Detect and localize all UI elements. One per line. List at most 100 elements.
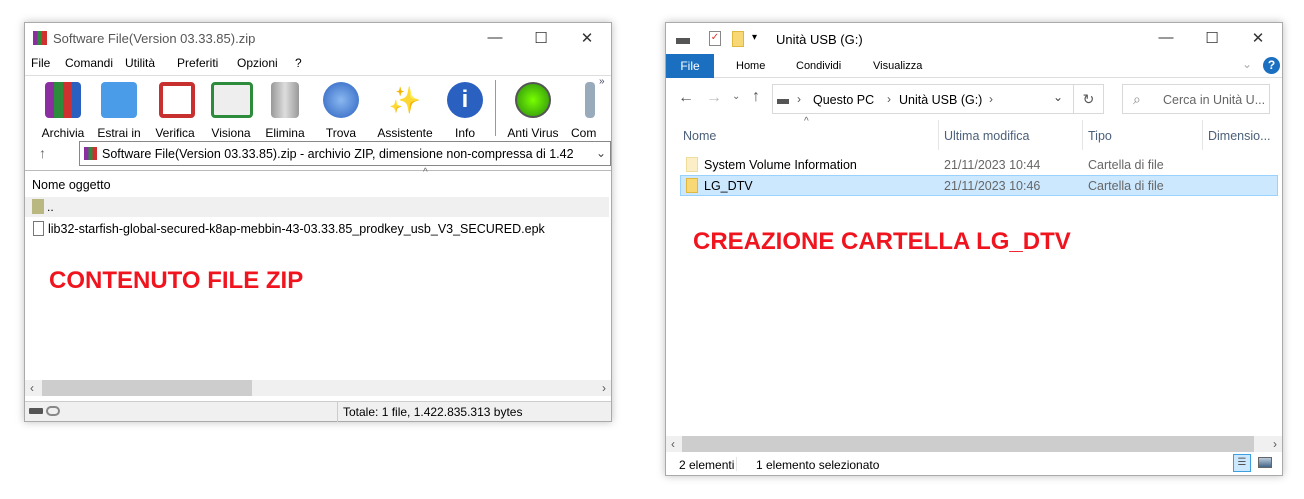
tab-file[interactable]: File (666, 54, 714, 78)
list-item[interactable]: System Volume Information 21/11/2023 10:… (680, 155, 1278, 175)
status-item-count: 2 elementi (679, 458, 735, 472)
column-header-name[interactable]: Nome (683, 129, 716, 143)
scroll-left-icon[interactable]: ‹ (30, 381, 34, 395)
column-header-size[interactable]: Dimensio... (1208, 129, 1271, 143)
menu-utilita[interactable]: Utilità (125, 56, 155, 70)
drive-icon (777, 99, 789, 104)
close-button[interactable]: ✕ (1248, 29, 1268, 47)
menu-file[interactable]: File (31, 56, 50, 70)
column-divider[interactable] (938, 120, 939, 150)
recent-locations-icon[interactable]: ⌄ (732, 91, 740, 102)
key-icon (46, 406, 60, 416)
column-divider[interactable] (1202, 120, 1203, 150)
ribbon-tabs: File Home Condividi Visualizza ⌄ ? (666, 54, 1282, 78)
archive-address-bar[interactable]: Software File(Version 03.33.85).zip - ar… (79, 141, 611, 166)
refresh-button[interactable]: ↻ (1074, 84, 1104, 114)
bug-icon (515, 82, 551, 118)
properties-icon[interactable]: ✓ (709, 31, 721, 46)
folder-icon (101, 82, 137, 118)
search-input[interactable]: ⌕ Cerca in Unità U... (1122, 84, 1270, 114)
column-header-name[interactable]: Nome oggetto (32, 178, 111, 192)
sort-arrow-icon: ^ (423, 167, 428, 178)
explorer-window: ✓ ▾ Unità USB (G:) — ☐ ✕ File Home Condi… (665, 22, 1283, 476)
trash-icon (271, 82, 299, 118)
details-view-button[interactable]: ☰ (1233, 454, 1251, 472)
help-icon[interactable]: ? (1263, 57, 1280, 74)
scrollbar-thumb[interactable] (42, 380, 252, 396)
tab-home[interactable]: Home (736, 60, 765, 72)
menu-preferiti[interactable]: Preferiti (177, 56, 218, 70)
minimize-button[interactable]: — (485, 29, 505, 46)
folder-up-icon (32, 199, 44, 214)
list-item-selected[interactable]: LG_DTV 21/11/2023 10:46 Cartella di file (680, 175, 1278, 196)
clipboard-check-icon (159, 82, 195, 118)
forward-button[interactable]: → (706, 89, 722, 107)
up-button[interactable]: ↑ (752, 88, 760, 106)
scrollbar-thumb[interactable] (682, 436, 1254, 452)
close-button[interactable]: ✕ (577, 29, 597, 47)
winrar-window: Software File(Version 03.33.85).zip — ☐ … (24, 22, 612, 422)
scroll-right-icon[interactable]: › (602, 381, 606, 395)
expand-ribbon-icon[interactable]: ⌄ (1242, 57, 1252, 71)
folder-icon (686, 178, 698, 193)
magnifier-icon (323, 82, 359, 118)
menu-help[interactable]: ? (295, 56, 302, 70)
status-divider (337, 402, 338, 422)
scroll-right-icon[interactable]: › (1273, 437, 1277, 451)
address-bar[interactable]: › Questo PC › Unità USB (G:) › ⌄ (772, 84, 1074, 114)
column-headers: ^ Nome Ultima modifica Tipo Dimensio... (666, 116, 1282, 150)
tab-visualizza[interactable]: Visualizza (873, 60, 922, 72)
file-icon (33, 221, 44, 236)
address-dropdown-icon[interactable]: ⌄ (1053, 90, 1063, 104)
drive-icon (676, 38, 690, 44)
breadcrumb-separator-icon: › (989, 92, 993, 106)
info-icon: i (447, 82, 483, 118)
toolbar-divider (495, 80, 496, 136)
minimize-button[interactable]: — (1156, 29, 1176, 46)
window-title: Unità USB (G:) (776, 32, 863, 47)
large-icons-view-button[interactable] (1258, 457, 1272, 468)
quick-access-dropdown-icon[interactable]: ▾ (752, 32, 757, 43)
column-divider[interactable] (1082, 120, 1083, 150)
chevron-down-icon[interactable]: ⌄ (596, 146, 606, 160)
breadcrumb-separator-icon: › (887, 92, 891, 106)
comment-icon (585, 82, 595, 118)
new-folder-icon[interactable] (732, 31, 744, 47)
window-title: Software File(Version 03.33.85).zip (53, 31, 256, 46)
maximize-button[interactable]: ☐ (531, 29, 551, 47)
list-item-parent[interactable]: .. (25, 197, 609, 217)
maximize-button[interactable]: ☐ (1202, 29, 1222, 47)
column-header-date[interactable]: Ultima modifica (944, 129, 1029, 143)
sort-arrow-icon: ^ (804, 116, 809, 127)
annotation-zip-content: CONTENUTO FILE ZIP (49, 267, 304, 294)
status-bar: 2 elementi 1 elemento selezionato ☰ (666, 453, 1282, 475)
drive-icon (29, 408, 43, 414)
status-total: Totale: 1 file, 1.422.835.313 bytes (343, 405, 523, 419)
list-item-file[interactable]: lib32-starfish-global-secured-k8ap-mebbi… (25, 219, 609, 239)
book-icon (211, 82, 253, 118)
breadcrumb-usb[interactable]: Unità USB (G:) (899, 93, 982, 107)
annotation-folder-creation: CREAZIONE CARTELLA LG_DTV (693, 228, 1071, 255)
winrar-logo-icon (33, 31, 47, 45)
menu-comandi[interactable]: Comandi (65, 56, 113, 70)
breadcrumb-questo-pc[interactable]: Questo PC (813, 93, 874, 107)
up-arrow-icon[interactable]: ↑ (39, 145, 46, 161)
horizontal-scrollbar[interactable]: ‹ › (25, 380, 611, 396)
folder-icon (686, 157, 698, 172)
horizontal-scrollbar[interactable]: ‹ › (666, 436, 1282, 452)
status-bar: Totale: 1 file, 1.422.835.313 bytes (25, 401, 611, 422)
search-icon: ⌕ (1133, 91, 1141, 107)
status-selected: 1 elemento selezionato (756, 458, 880, 472)
file-list: ^ Nome oggetto .. lib32-starfish-global-… (25, 167, 611, 396)
scroll-left-icon[interactable]: ‹ (671, 437, 675, 451)
menu-opzioni[interactable]: Opzioni (237, 56, 278, 70)
tab-condividi[interactable]: Condividi (796, 60, 841, 72)
column-header-type[interactable]: Tipo (1088, 129, 1112, 143)
toolbar: Archivia Estrai in Verifica Visiona Elim… (25, 75, 611, 140)
back-button[interactable]: ← (678, 89, 694, 107)
status-divider (736, 457, 737, 471)
toolbar-overflow-icon[interactable]: » (599, 76, 605, 87)
breadcrumb-separator-icon: › (797, 92, 801, 106)
magic-wand-icon: ✨ (388, 85, 422, 115)
archive-icon (45, 82, 81, 118)
